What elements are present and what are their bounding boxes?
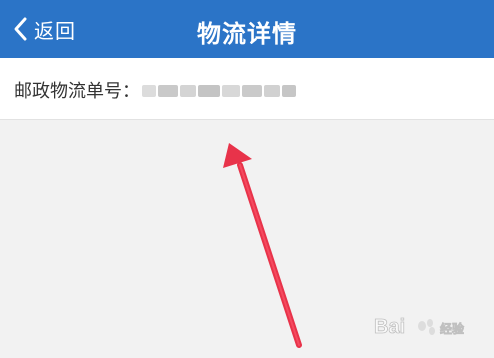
top-nav-bar: 返回 物流详情 (0, 0, 494, 58)
watermark-logo: Bai 经验 (374, 316, 466, 339)
tracking-number-row: 邮政物流单号： (0, 58, 494, 120)
redacted-tracking-number (142, 85, 296, 97)
svg-text:Bai: Bai (374, 316, 405, 338)
tracking-number-label: 邮政物流单号： (14, 81, 140, 102)
page-title: 物流详情 (197, 20, 297, 48)
svg-text:经验: 经验 (440, 321, 465, 336)
